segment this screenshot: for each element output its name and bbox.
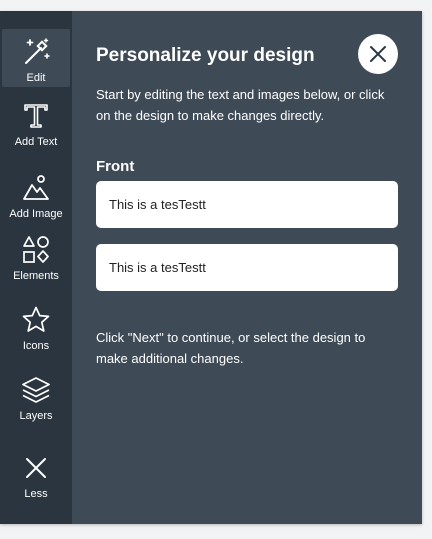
toolbar-item-label: Layers: [19, 410, 53, 422]
toolbar-item-edit[interactable]: Edit: [2, 29, 70, 87]
text-t-icon: [24, 104, 48, 128]
panel-title: Personalize your design: [96, 45, 315, 66]
toolbar-item-label: Icons: [22, 340, 50, 352]
shapes-icon: [23, 236, 49, 263]
star-icon: [22, 306, 50, 332]
close-x-icon: [26, 458, 46, 478]
magic-wand-icon: [25, 38, 50, 64]
toolbar-item-label: Less: [24, 488, 48, 500]
image-icon: [23, 175, 49, 200]
toolbar-item-less[interactable]: Less: [0, 453, 72, 500]
layers-icon: [22, 377, 50, 403]
toolbar-item-icons[interactable]: Icons: [0, 305, 72, 352]
close-button[interactable]: [358, 34, 398, 74]
panel-next-hint: Click "Next" to continue, or select the …: [96, 330, 366, 366]
panel-intro-text: Start by editing the text and images bel…: [96, 87, 385, 123]
toolbar-item-label: Add Text: [14, 136, 58, 148]
toolbar-item-layers[interactable]: Layers: [0, 375, 72, 422]
toolbar-item-add-text[interactable]: Add Text: [0, 101, 72, 148]
toolbar-item-label: Edit: [26, 72, 46, 84]
section-label-front: Front: [96, 158, 135, 175]
toolbar-item-label: Elements: [13, 270, 59, 282]
personalize-panel: Edit Add Text Add Image Elements Icons L…: [0, 11, 422, 524]
toolbar-item-elements[interactable]: Elements: [0, 235, 72, 282]
text-field-2[interactable]: [96, 244, 398, 291]
toolbar-item-add-image[interactable]: Add Image: [0, 173, 72, 220]
toolbar-item-label: Add Image: [9, 208, 63, 220]
side-toolbar: Edit Add Text Add Image Elements Icons L…: [0, 11, 72, 524]
close-icon: [370, 46, 386, 62]
text-field-1[interactable]: [96, 181, 398, 228]
